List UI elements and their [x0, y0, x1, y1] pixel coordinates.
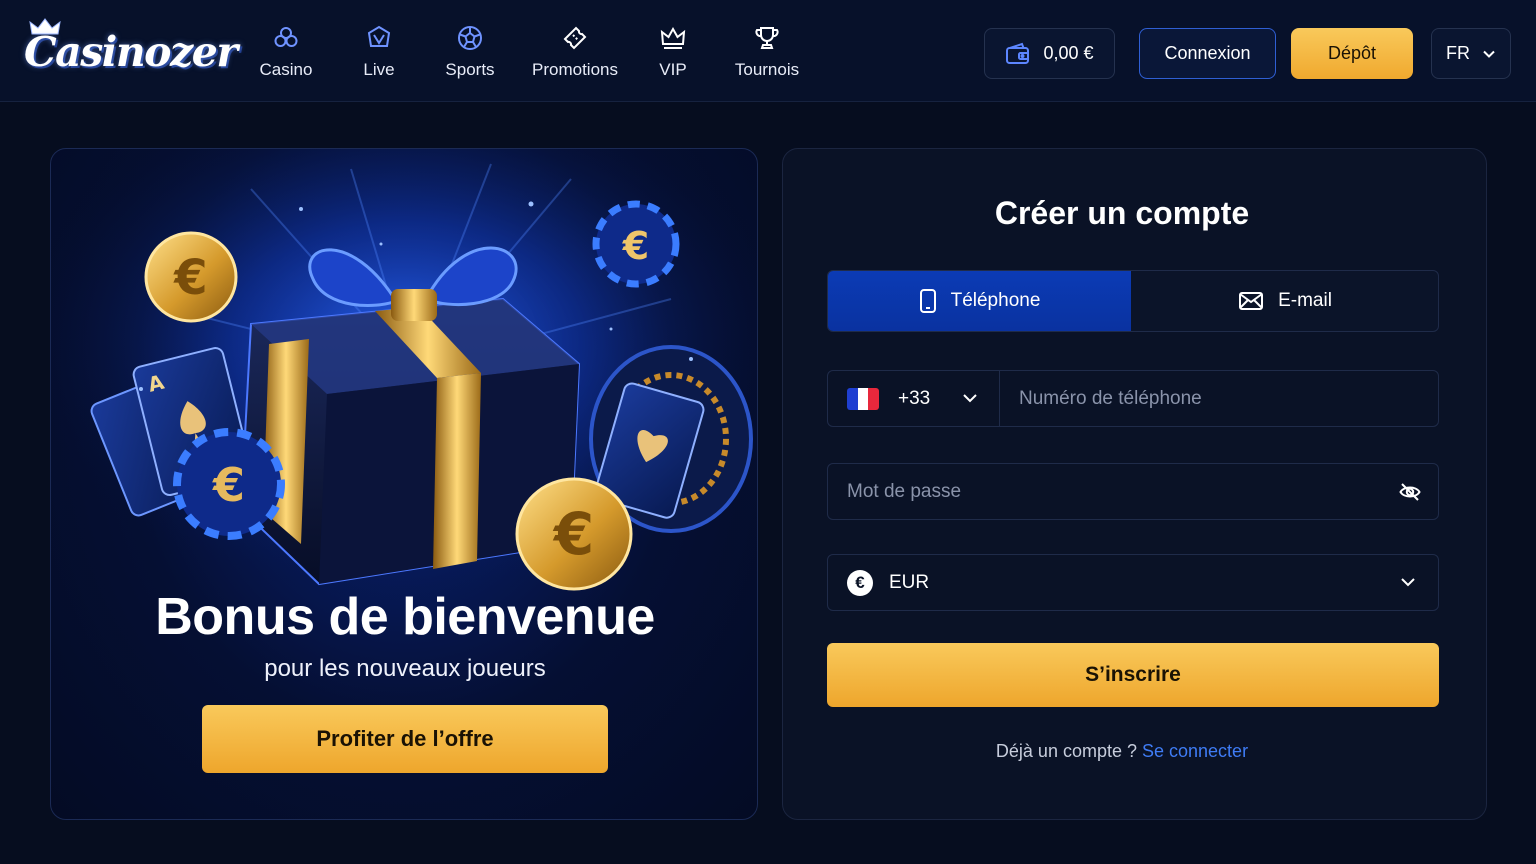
live-icon [367, 25, 391, 47]
language-code: FR [1446, 43, 1470, 63]
nav-vip[interactable]: VIP [646, 24, 700, 84]
logo-text: Casinozer [24, 28, 238, 76]
wallet-icon [1006, 42, 1030, 64]
casino-chip-icon [274, 27, 298, 47]
mail-icon [1239, 292, 1264, 310]
gift-box-illustration: A € € € € [51, 149, 757, 629]
country-code-selector[interactable]: +33 [828, 371, 1000, 426]
tab-telephone-label: Téléphone [950, 290, 1041, 311]
currency-selector[interactable]: € EUR [827, 554, 1439, 611]
language-selector[interactable]: FR [1431, 28, 1511, 79]
phone-number-input[interactable] [1001, 371, 1438, 426]
chevron-down-icon [963, 394, 977, 403]
signup-title: Créer un compte [994, 195, 1250, 231]
signup-card: Créer un compte Téléphone E-mail +33 Num… [782, 148, 1487, 820]
eye-off-icon[interactable] [1399, 481, 1421, 503]
tab-email[interactable]: E-mail [1131, 271, 1439, 331]
france-flag-icon [847, 388, 879, 410]
sign-in-link[interactable]: Se connecter [1142, 741, 1248, 761]
chevron-down-icon [1483, 50, 1495, 58]
deposit-button[interactable]: Dépôt [1291, 28, 1413, 79]
login-button[interactable]: Connexion [1139, 28, 1276, 79]
promo-subtitle: pour les nouveaux joueurs [264, 655, 546, 682]
nav-sports[interactable]: Sports [436, 24, 504, 84]
register-button[interactable]: S’inscrire [827, 643, 1439, 707]
dial-code: +33 [898, 388, 931, 409]
currency-value: EUR [889, 572, 930, 593]
nav-tournois[interactable]: Tournois [730, 24, 804, 84]
balance-amount: 0,00 € [1043, 43, 1094, 63]
password-input[interactable] [828, 464, 1388, 519]
wallet-balance[interactable]: 0,00 € [984, 28, 1115, 79]
tab-telephone[interactable]: Téléphone [828, 271, 1131, 331]
nav-live[interactable]: Live [344, 24, 414, 84]
nav-casino[interactable]: Casino [246, 24, 326, 84]
ticket-icon [563, 26, 587, 50]
tab-email-label: E-mail [1278, 290, 1332, 311]
trophy-icon [755, 27, 779, 49]
claim-offer-button[interactable]: Profiter de l’offre [202, 705, 608, 773]
casinozer-logo[interactable]: Casinozer [24, 18, 238, 78]
svg-text:€: € [212, 458, 245, 512]
existing-account-row: Déjà un compte ? Se connecter [783, 741, 1461, 762]
soccer-ball-icon [458, 26, 482, 50]
svg-text:€: € [173, 250, 207, 306]
top-header: Casinozer Casino Live Sports Promotions [0, 0, 1536, 102]
password-field [827, 463, 1439, 520]
svg-text:€: € [622, 224, 649, 268]
login-prompt: Déjà un compte ? [995, 741, 1142, 761]
svg-text:€: € [552, 500, 594, 568]
signup-method-tabs: Téléphone E-mail [827, 270, 1439, 332]
chevron-down-icon [1401, 578, 1415, 587]
crown-icon [660, 26, 686, 49]
welcome-bonus-card: A € € € € Bonus de bienvenue pour les no… [50, 148, 758, 820]
phone-icon [919, 289, 936, 313]
euro-icon: € [847, 570, 873, 596]
phone-field: +33 [827, 370, 1439, 427]
promo-title: Bonus de bienvenue [155, 588, 655, 646]
nav-promotions[interactable]: Promotions [528, 24, 622, 84]
